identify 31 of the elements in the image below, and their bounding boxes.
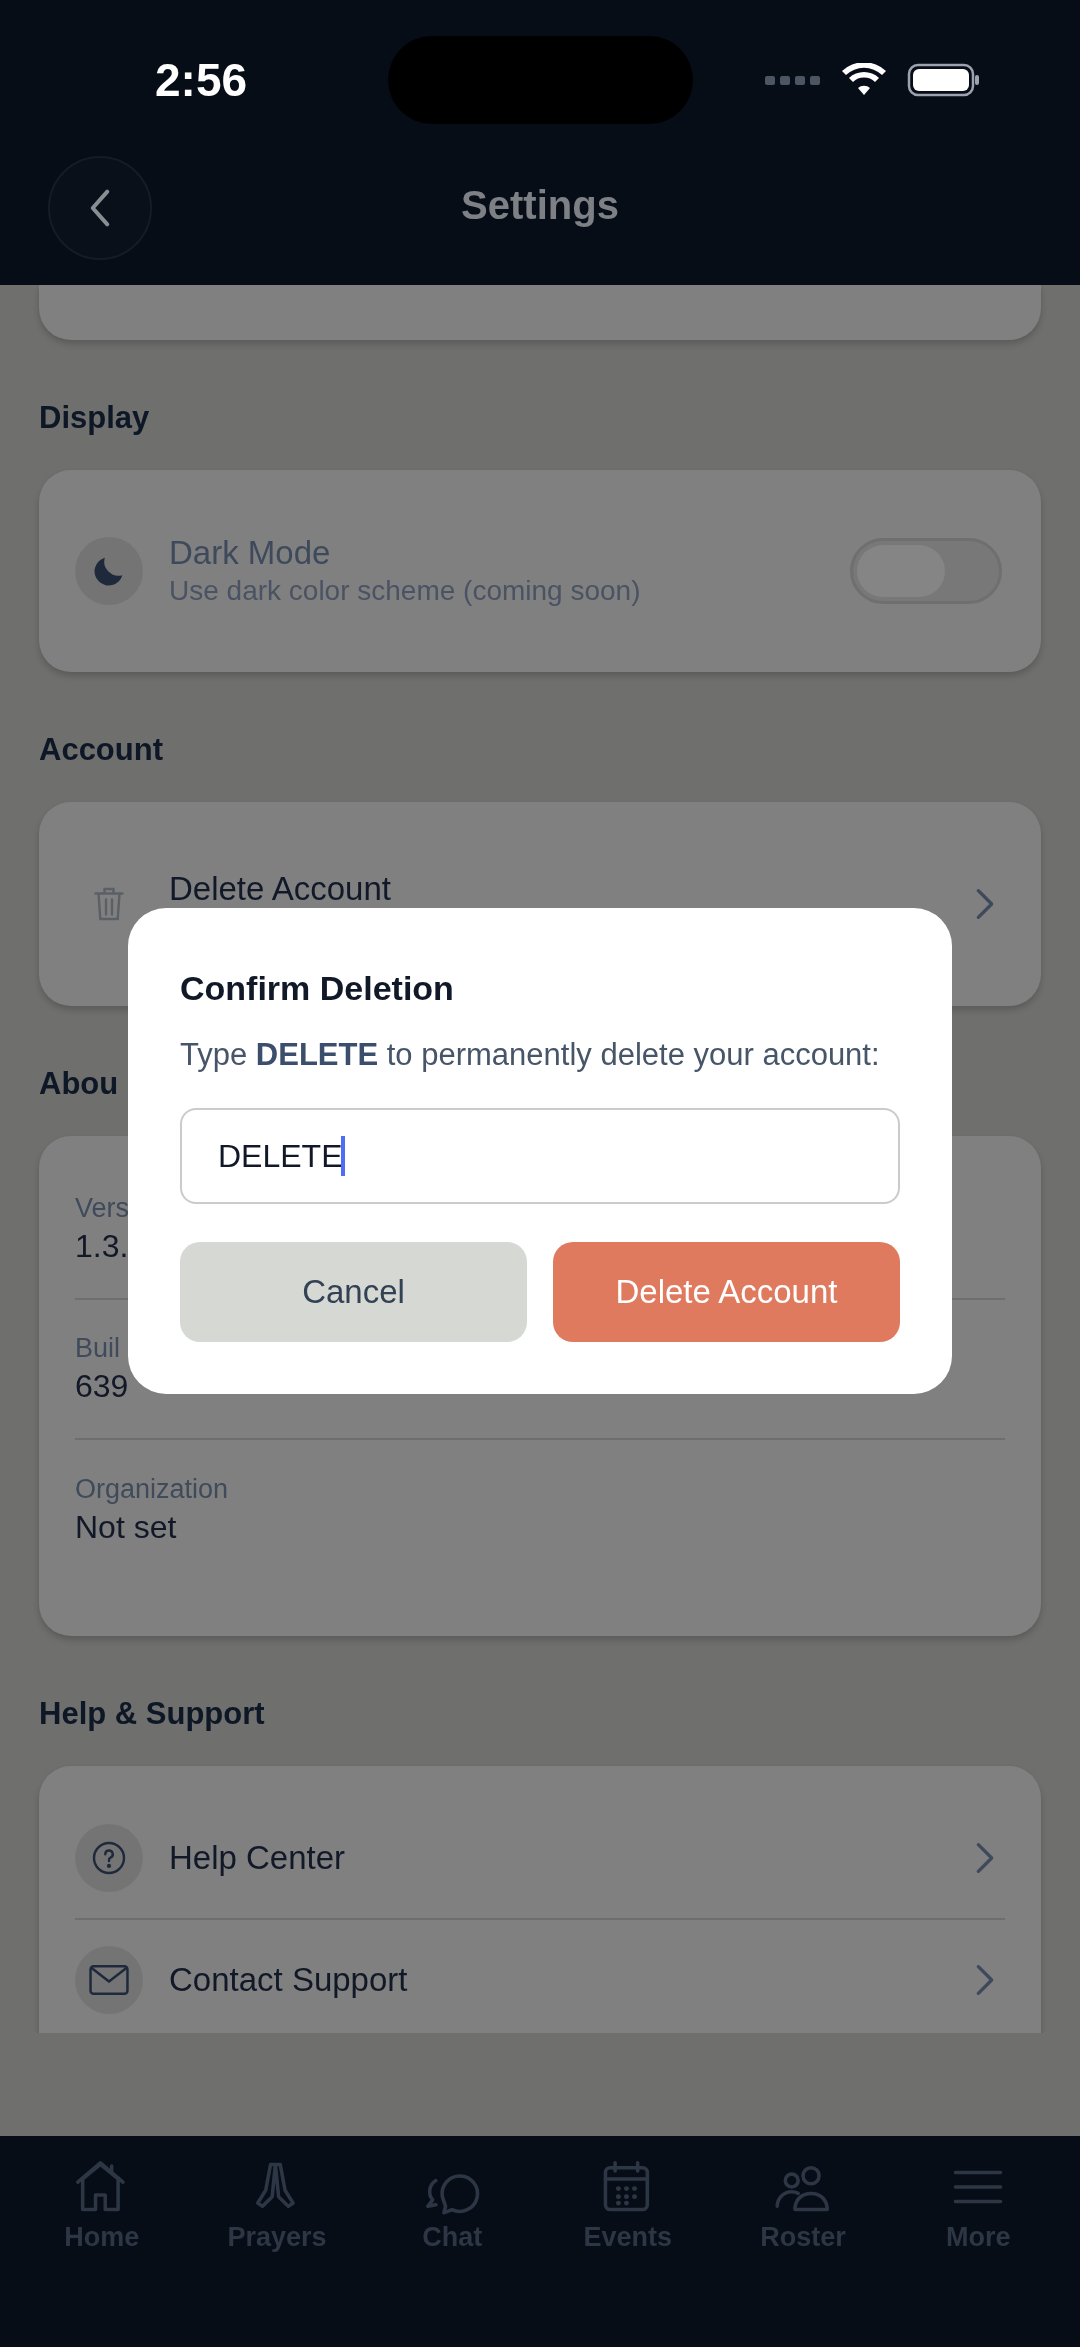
section-heading: Help & Support [39, 1695, 265, 1733]
page-title: Settings [461, 182, 619, 228]
text-caret [341, 1136, 346, 1176]
list-item[interactable]: Contact Support [75, 1920, 1005, 2033]
info-label: Buil [75, 1332, 121, 1365]
back-icon [89, 187, 111, 228]
section-heading: Account [39, 731, 163, 769]
chevron-right-icon [975, 1841, 995, 1875]
battery-icon [907, 63, 981, 97]
info-value: Not set [75, 1508, 177, 1547]
section-heading: Display [39, 399, 150, 437]
help-icon [91, 1840, 127, 1876]
info-value: 639 [75, 1367, 129, 1406]
input-field[interactable]: DELETE [180, 1108, 900, 1204]
section-heading: Abou [39, 1065, 119, 1103]
list-item[interactable]: Help Center [75, 1798, 1005, 1920]
cancel-button[interactable]: Cancel [180, 1242, 527, 1342]
setting-title: Dark Mode [169, 533, 331, 573]
info-label: Vers [75, 1192, 130, 1225]
dialog-message: Type DELETE to permanently delete your account: [180, 1036, 881, 1074]
dialog-title: Confirm Deletion [180, 968, 454, 1009]
chevron-right-icon [975, 887, 995, 921]
info-label: Organization [75, 1473, 229, 1506]
envelope-icon [89, 1964, 129, 1996]
status-time: 2:56 [155, 53, 249, 107]
setting-title[interactable]: Delete Account [169, 869, 391, 909]
info-value: 1.3. [75, 1227, 129, 1266]
wifi-icon [841, 63, 887, 97]
chevron-right-icon [975, 1963, 995, 1997]
delete-button[interactable]: Delete Account [553, 1242, 900, 1342]
signal-icon [765, 74, 821, 86]
